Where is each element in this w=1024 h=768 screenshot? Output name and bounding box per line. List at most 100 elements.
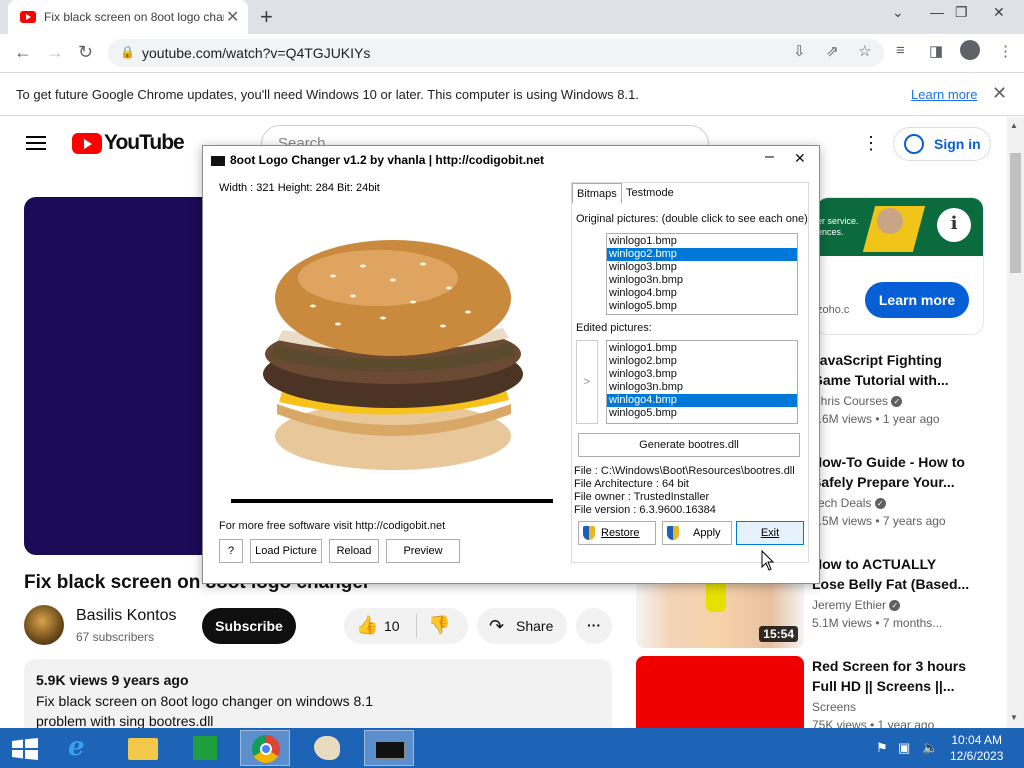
forward-icon[interactable]: → (46, 42, 64, 63)
chrome-menu-icon[interactable]: ⋮ (998, 42, 1013, 60)
close-tab-icon[interactable]: ✕ (226, 7, 239, 27)
divider (416, 614, 417, 638)
address-bar[interactable]: 🔒 youtube.com/watch?v=Q4TGJUKIYs (108, 39, 884, 67)
minimize-window-icon[interactable]: — (930, 4, 944, 20)
ad-info-icon[interactable]: i (937, 208, 971, 242)
bookmark-star-icon[interactable]: ☆ (858, 42, 871, 60)
share-button[interactable]: ↷ Share (477, 608, 567, 644)
new-tab-icon[interactable]: + (260, 4, 273, 30)
apply-button[interactable]: Apply (662, 521, 732, 545)
list-item[interactable]: winlogo5.bmp (607, 300, 797, 313)
channel-name[interactable]: Basilis Kontos (76, 607, 177, 625)
video-player[interactable] (24, 197, 212, 555)
system-clock[interactable]: 10:04 AM 12/6/2023 (950, 732, 1003, 764)
restore-button[interactable]: Restore (578, 521, 656, 545)
copy-arrow-button[interactable]: > (576, 340, 598, 424)
guide-menu-icon[interactable] (26, 136, 46, 150)
reload-icon[interactable]: ↻ (78, 42, 93, 63)
tab-search-icon[interactable]: ⌄ (892, 4, 904, 21)
network-icon[interactable]: ▣ (898, 740, 910, 756)
rec-title: Red Screen for 3 hours (812, 658, 967, 674)
recommendation-item[interactable]: JavaScript Fighting Game Tutorial with..… (812, 350, 1012, 426)
tab-testmode[interactable]: Testmode (622, 183, 678, 203)
youtube-logo-icon[interactable] (72, 133, 102, 154)
channel-avatar[interactable] (24, 605, 64, 645)
clock-time: 10:04 AM (951, 733, 1003, 747)
list-item[interactable]: winlogo1.bmp (607, 342, 797, 355)
side-panel-icon[interactable]: ◨ (929, 42, 943, 60)
recommendation-item[interactable]: Red Screen for 3 hours Full HD || Screen… (812, 656, 1012, 728)
edited-pictures-list[interactable]: winlogo1.bmp winlogo2.bmp winlogo3.bmp winl… (606, 340, 798, 424)
restore-window-icon[interactable]: ❐ (955, 4, 968, 21)
store-icon[interactable] (180, 730, 230, 766)
rec-meta: 1.6M views • 1 year ago (812, 412, 940, 426)
dislike-icon[interactable]: 👎 (428, 615, 450, 636)
volume-muted-icon[interactable]: 🔈 (922, 740, 938, 756)
ad-card[interactable]: er service. ences. i Learn more zoho.c (816, 197, 984, 335)
list-item[interactable]: winlogo4.bmp (607, 394, 797, 407)
back-icon[interactable]: ← (14, 42, 32, 63)
lock-icon[interactable]: 🔒 (120, 45, 135, 59)
help-button[interactable]: ? (219, 539, 243, 563)
infobar-learn-more-link[interactable]: Learn more (911, 87, 977, 102)
start-windows-icon[interactable] (12, 738, 38, 760)
load-picture-button[interactable]: Load Picture (250, 539, 322, 563)
boot-logo-changer-taskbar-icon[interactable] (364, 730, 414, 766)
rec-title: Game Tutorial with... (812, 372, 949, 388)
list-item[interactable]: winlogo3.bmp (607, 261, 797, 274)
app-icon (211, 155, 225, 166)
description-box[interactable]: 5.9K views 9 years ago Fix black screen … (24, 659, 612, 728)
like-icon[interactable]: 👍 (356, 615, 378, 636)
scroll-up-icon[interactable]: ▲ (1010, 121, 1018, 130)
exit-button[interactable]: Exit (736, 521, 804, 545)
file-info-line: File : C:\Windows\Boot\Resources\bootres… (574, 465, 795, 477)
share-icon: ↷ (489, 616, 505, 636)
rec-title: Lose Belly Fat (Based... (812, 576, 970, 592)
list-item[interactable]: winlogo2.bmp (607, 248, 797, 261)
preview-button[interactable]: Preview (386, 539, 460, 563)
generate-bootres-button[interactable]: Generate bootres.dll (578, 433, 800, 457)
internet-explorer-icon[interactable]: e (58, 730, 108, 766)
youtube-logo-text[interactable]: YouTube (104, 131, 185, 155)
install-app-icon[interactable]: ⇩ (793, 42, 806, 60)
ad-domain: zoho.c (817, 304, 850, 316)
list-item[interactable]: winlogo4.bmp (607, 287, 797, 300)
file-explorer-icon[interactable] (118, 730, 168, 766)
sign-in-button[interactable]: Sign in (893, 127, 991, 161)
browser-tab[interactable]: Fix black screen on 8oot logo changer ✕ (8, 0, 248, 34)
recommendation-item[interactable]: How-To Guide - How to Safely Prepare You… (812, 452, 1012, 528)
dialog-minimize-icon[interactable]: – (765, 148, 774, 166)
recommendation-item[interactable]: How to ACTUALLY Lose Belly Fat (Based...… (812, 554, 1012, 630)
list-item[interactable]: winlogo5.bmp (607, 407, 797, 420)
infobar-close-icon[interactable]: ✕ (992, 83, 1007, 104)
subscribe-button[interactable]: Subscribe (202, 608, 296, 644)
reading-list-icon[interactable]: ≡ (896, 42, 905, 59)
tab-bitmaps[interactable]: Bitmaps (572, 183, 622, 203)
image-info: Width : 321 Height: 284 Bit: 24bit (219, 182, 380, 194)
update-infobar: To get future Google Chrome updates, you… (0, 72, 1024, 116)
reload-button[interactable]: Reload (329, 539, 379, 563)
action-center-flag-icon[interactable]: ⚑ (876, 740, 888, 756)
dialog-close-icon[interactable]: ✕ (794, 150, 806, 167)
more-actions-button[interactable]: ··· (576, 608, 612, 644)
list-item[interactable]: winlogo3n.bmp (607, 381, 797, 394)
scrollbar-thumb[interactable] (1010, 153, 1021, 273)
paint-icon[interactable] (302, 730, 352, 766)
share-page-icon[interactable]: ⇗ (826, 42, 839, 60)
original-pictures-list[interactable]: winlogo1.bmp winlogo2.bmp winlogo3.bmp winl… (606, 233, 798, 315)
ad-learn-more-button[interactable]: Learn more (865, 282, 969, 318)
verified-icon: ✓ (891, 396, 903, 408)
list-item[interactable]: winlogo3.bmp (607, 368, 797, 381)
close-window-icon[interactable]: ✕ (993, 4, 1005, 21)
chrome-taskbar-icon[interactable] (240, 730, 290, 766)
list-item[interactable]: winlogo2.bmp (607, 355, 797, 368)
progress-bar (231, 499, 553, 503)
page-scrollbar[interactable]: ▲ ▼ (1007, 117, 1024, 728)
file-info-line: File Architecture : 64 bit (574, 478, 689, 490)
list-item[interactable]: winlogo3n.bmp (607, 274, 797, 287)
more-options-icon[interactable]: ⋮ (862, 133, 880, 154)
scroll-down-icon[interactable]: ▼ (1010, 713, 1018, 722)
profile-avatar-icon[interactable] (960, 40, 980, 60)
list-item[interactable]: winlogo1.bmp (607, 235, 797, 248)
rec-thumbnail[interactable] (636, 656, 804, 728)
